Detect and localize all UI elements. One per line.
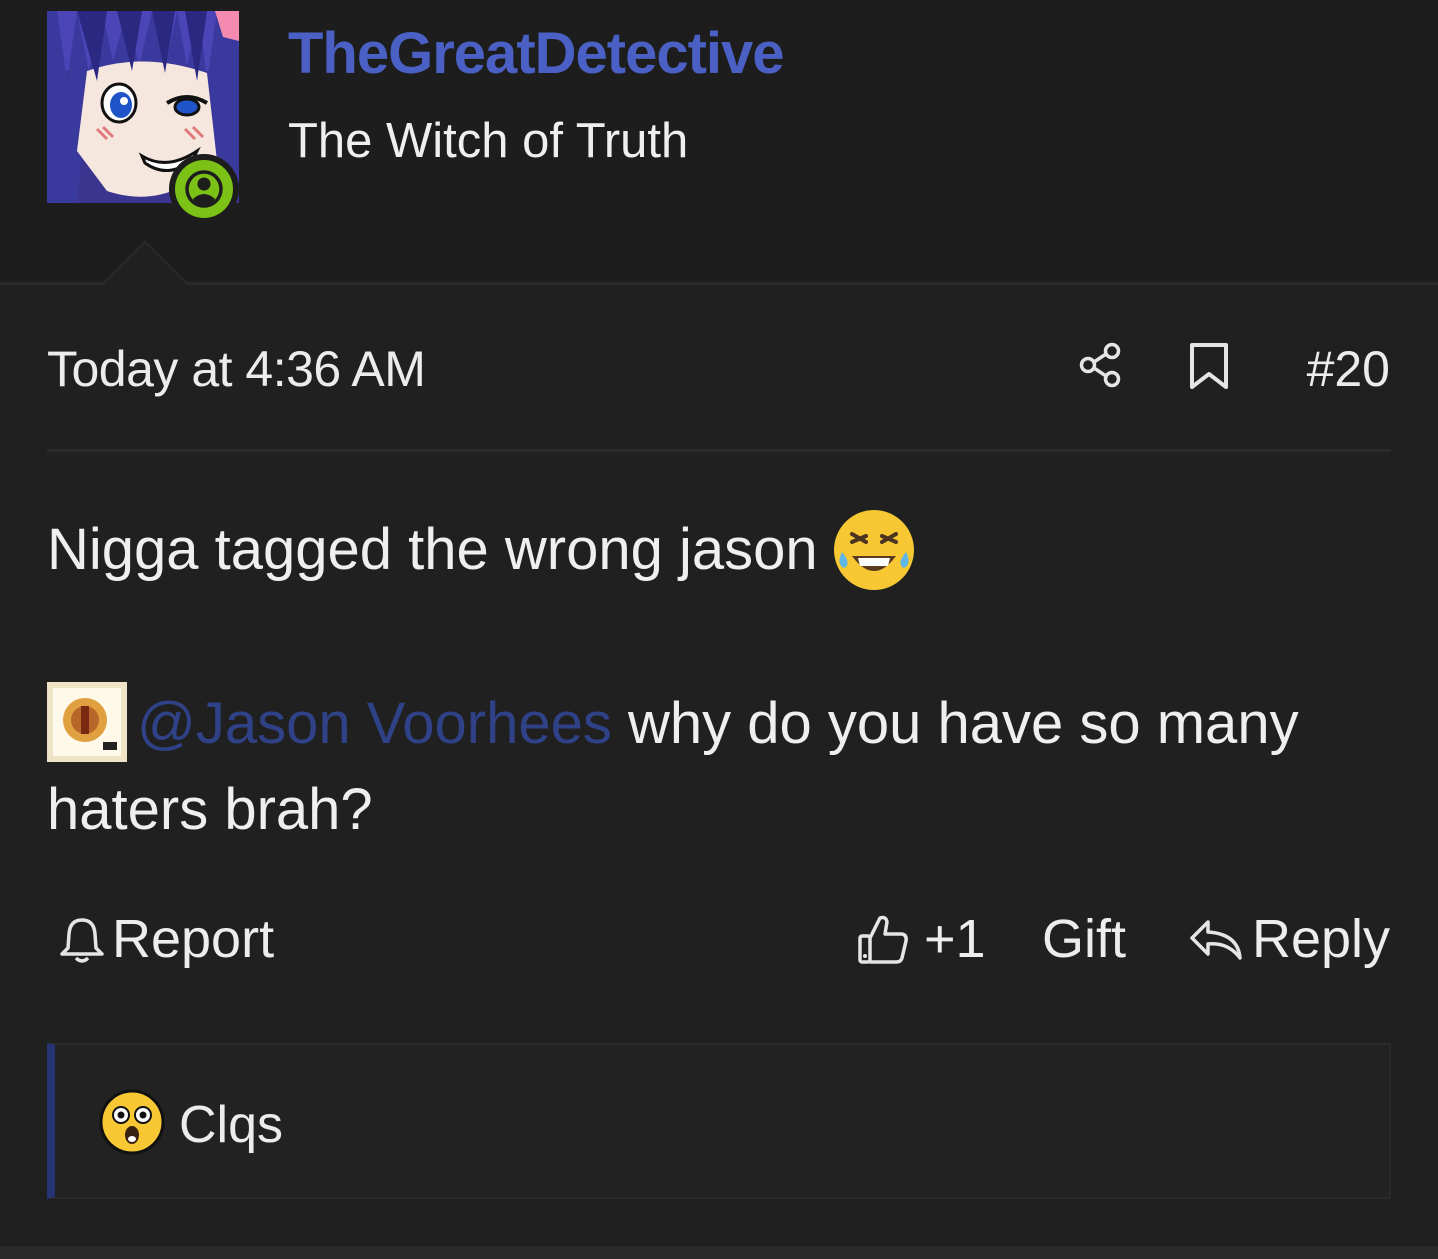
gift-button[interactable]: Gift	[1042, 908, 1126, 970]
reactions-bar[interactable]: Clqs	[47, 1043, 1391, 1199]
user-title: The Witch of Truth	[288, 114, 689, 168]
post-line-2: @Jason Voorhees why do you have so many …	[47, 681, 1397, 852]
bottom-divider	[0, 1246, 1438, 1259]
meta-divider	[47, 449, 1391, 452]
thumbs-up-icon	[858, 915, 908, 964]
post-number-link[interactable]: #20	[1307, 340, 1390, 398]
online-status-badge	[169, 154, 239, 224]
reply-arrow-icon	[1190, 920, 1242, 960]
post-actions: Report +1 Gift Reply	[0, 908, 1438, 978]
bookmark-icon[interactable]	[1188, 342, 1230, 390]
avatar[interactable]	[47, 11, 239, 224]
reply-label: Reply	[1252, 909, 1391, 969]
share-icon[interactable]	[1078, 342, 1124, 388]
post-line-1: Nigga tagged the wrong jason	[47, 510, 1397, 590]
report-label: Report	[112, 909, 275, 969]
header-divider	[0, 282, 1438, 285]
post-date-link[interactable]: Today at 4:36 AM	[47, 340, 426, 398]
crying-laughing-emoji-icon	[833, 510, 914, 590]
username-link[interactable]: TheGreatDetective	[288, 20, 785, 87]
like-count: +1	[924, 909, 986, 969]
post-page: TheGreatDetective The Witch of Truth Tod…	[0, 0, 1438, 1259]
bell-icon	[60, 918, 104, 963]
astonished-face-emoji-icon	[99, 1089, 165, 1155]
like-button[interactable]: +1	[856, 908, 986, 970]
mention-avatar	[47, 681, 127, 762]
album-cover-avatar-icon	[47, 681, 127, 762]
user-mention-link[interactable]: @Jason Voorhees	[137, 691, 612, 756]
reaction-username[interactable]: Clqs	[179, 1095, 283, 1155]
online-user-icon	[185, 170, 223, 208]
report-button[interactable]: Report	[58, 908, 274, 970]
post-text-1: Nigga tagged the wrong jason	[47, 517, 818, 583]
user-header: TheGreatDetective The Witch of Truth	[0, 0, 1438, 284]
reply-button[interactable]: Reply	[1188, 908, 1390, 970]
post-body: Nigga tagged the wrong jason @Jason Voor…	[47, 510, 1397, 852]
header-pointer	[101, 240, 189, 285]
